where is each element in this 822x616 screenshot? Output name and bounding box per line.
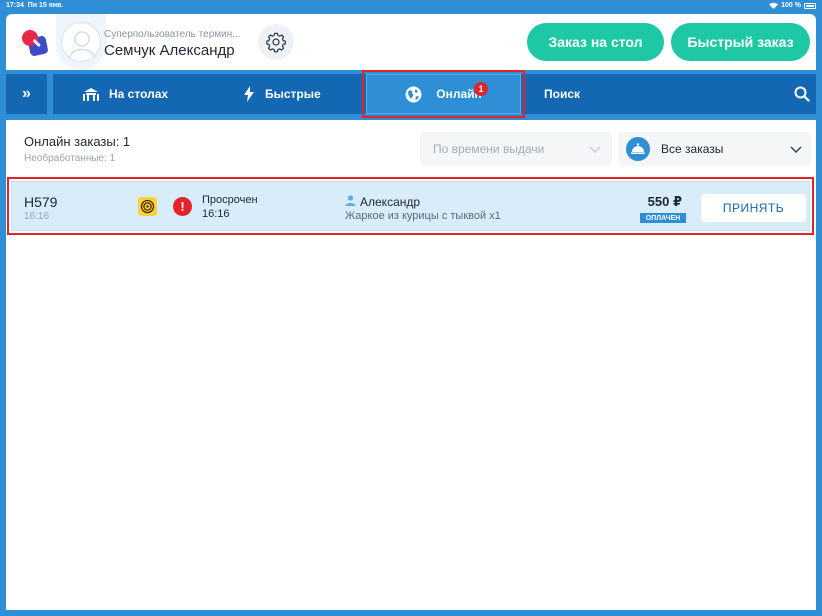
online-count-badge: 1 bbox=[474, 82, 488, 96]
payment-status-badge: ОПЛАЧЕН bbox=[640, 213, 686, 223]
search-icon[interactable] bbox=[794, 86, 810, 102]
status-time: 17:34 Пн 15 янв. bbox=[6, 2, 64, 9]
avatar-wrap bbox=[56, 14, 106, 70]
chevron-down-icon bbox=[790, 146, 802, 154]
sort-select[interactable]: По времени выдачи bbox=[420, 132, 612, 166]
wifi-icon bbox=[769, 2, 779, 9]
order-row[interactable]: H579 16:16 ! Просрочен 16:16 Александр Ж… bbox=[11, 181, 810, 231]
status-right: 100 % bbox=[769, 2, 816, 9]
accept-order-button[interactable]: ПРИНЯТЬ bbox=[701, 194, 806, 222]
tab-strip: На столах Быстрые Онлайн 1 Поиск bbox=[53, 70, 816, 118]
cloche-icon bbox=[626, 137, 650, 161]
quick-order-button[interactable]: Быстрый заказ bbox=[671, 23, 810, 61]
tab-bar: » На столах Быстрые Онлайн 1 Поиск bbox=[6, 70, 816, 118]
tab-online[interactable]: Онлайн 1 bbox=[366, 74, 521, 114]
tab-quick-label: Быстрые bbox=[265, 87, 321, 101]
order-status: Просрочен bbox=[202, 194, 258, 206]
app-header: Суперпользователь термин... Семчук Алекс… bbox=[6, 14, 816, 70]
tab-tables-label: На столах bbox=[109, 87, 169, 101]
settings-button[interactable] bbox=[258, 24, 294, 60]
order-price: 550 ₽ bbox=[647, 194, 682, 209]
order-status-time: 16:16 bbox=[202, 208, 230, 220]
tab-tables[interactable]: На столах bbox=[83, 74, 168, 114]
orders-panel: Онлайн заказы: 1 Необработанные: 1 По вр… bbox=[6, 120, 816, 610]
user-avatar-icon bbox=[69, 31, 95, 58]
customer-name: Александр bbox=[360, 195, 421, 209]
gear-icon bbox=[266, 32, 286, 53]
person-icon bbox=[345, 195, 356, 206]
order-number: H579 bbox=[24, 194, 58, 210]
globe-icon bbox=[405, 86, 422, 102]
sort-select-label: По времени выдачи bbox=[433, 142, 545, 156]
orders-count-title: Онлайн заказы: 1 bbox=[24, 134, 131, 149]
user-role: Суперпользователь термин... bbox=[104, 29, 241, 40]
chevron-down-icon bbox=[589, 146, 601, 154]
lightning-icon bbox=[244, 86, 254, 102]
order-source-icon bbox=[138, 197, 157, 216]
order-time: 16:16 bbox=[24, 211, 50, 222]
avatar[interactable] bbox=[61, 22, 101, 62]
order-filter-select[interactable]: Все заказы bbox=[618, 132, 811, 166]
tables-icon bbox=[83, 88, 99, 101]
unprocessed-count: Необработанные: 1 bbox=[24, 153, 116, 164]
double-chevron-right-icon: » bbox=[22, 85, 31, 102]
user-name: Семчук Александр bbox=[104, 42, 235, 59]
overdue-alert-icon: ! bbox=[173, 197, 192, 216]
status-bar: 17:34 Пн 15 янв. 100 % bbox=[0, 0, 822, 12]
tab-quick[interactable]: Быстрые bbox=[243, 74, 321, 114]
expand-menu-button[interactable]: » bbox=[6, 74, 47, 114]
battery-percent: 100 % bbox=[781, 2, 801, 9]
order-items: Жаркое из курицы с тыквой x1 bbox=[345, 210, 501, 222]
tab-search[interactable]: Поиск bbox=[544, 74, 580, 114]
order-filter-label: Все заказы bbox=[661, 142, 724, 156]
battery-icon bbox=[804, 2, 816, 9]
table-order-button[interactable]: Заказ на стол bbox=[527, 23, 664, 61]
tab-search-label: Поиск bbox=[544, 87, 581, 101]
app-logo-icon bbox=[22, 30, 48, 56]
